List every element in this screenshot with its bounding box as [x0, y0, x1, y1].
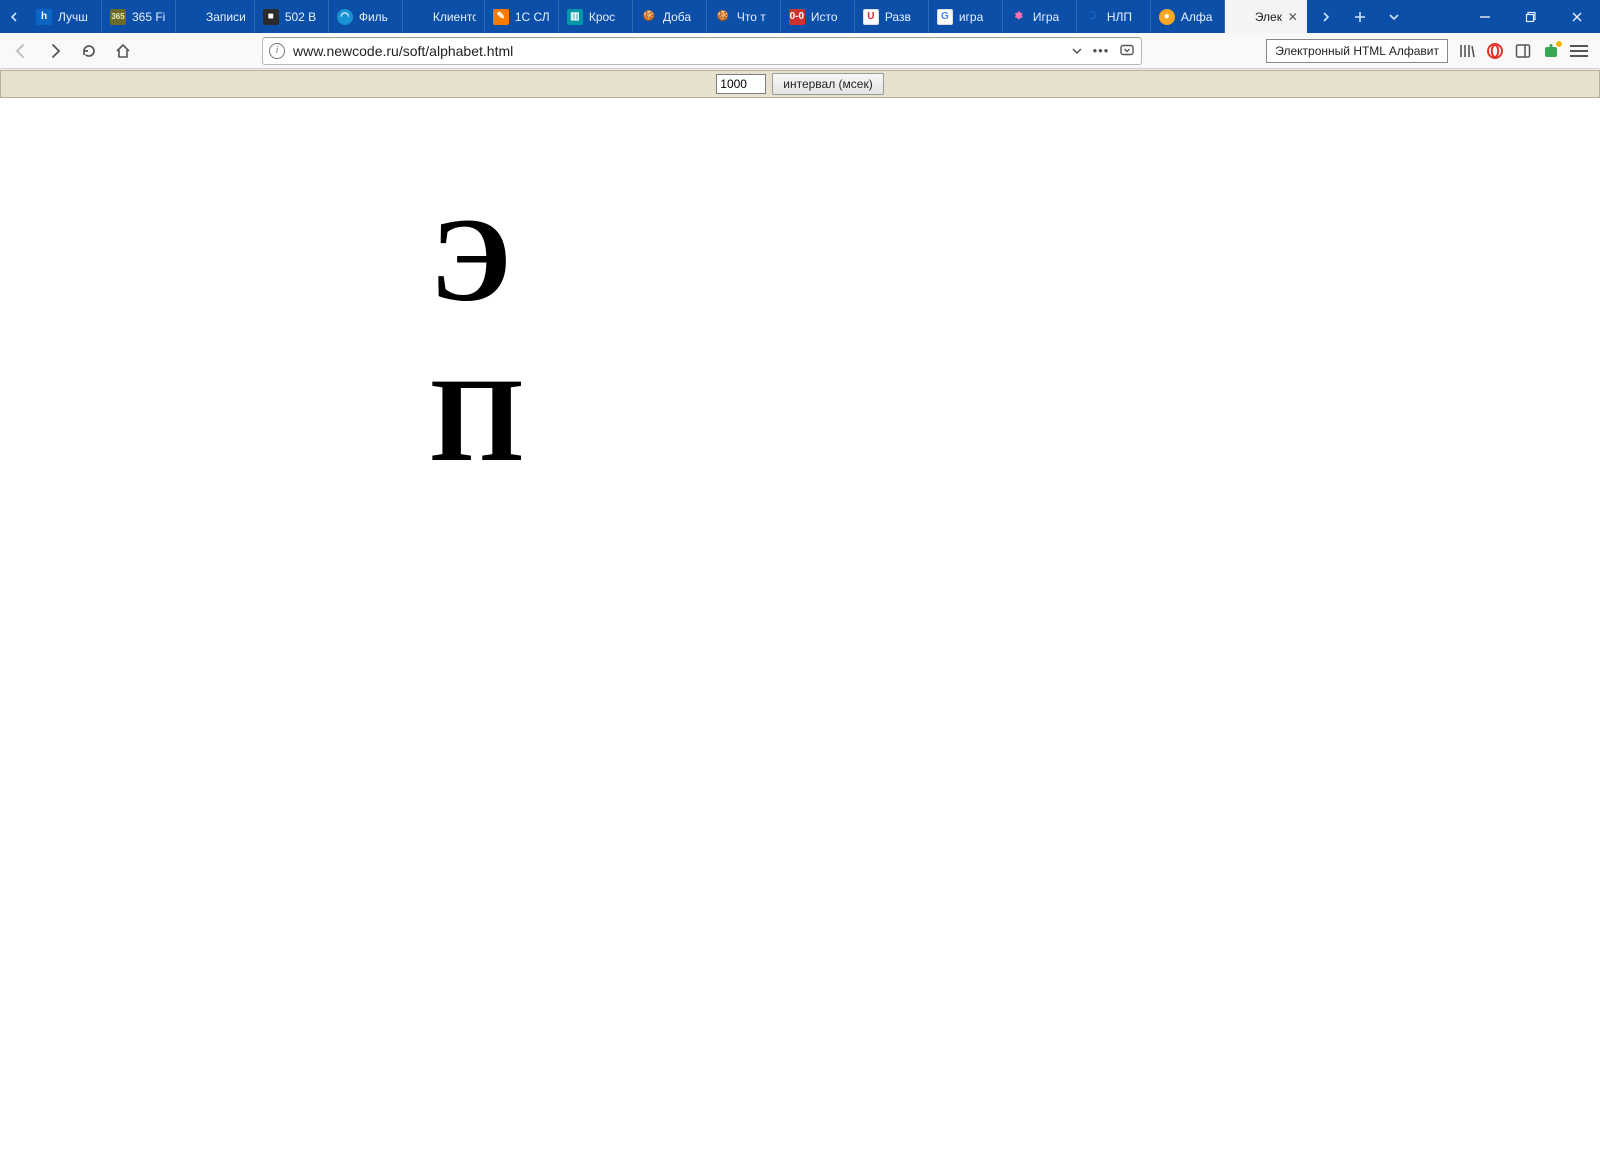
url-bar-container: i www.newcode.ru/soft/alphabet.html •••	[262, 37, 1142, 65]
browser-titlebar: h Лучш 365 365 Fi Записи ■ 502 B ◠ Филь …	[0, 0, 1600, 33]
close-tab-icon[interactable]: ✕	[1288, 10, 1298, 24]
browser-toolbar: i www.newcode.ru/soft/alphabet.html ••• …	[0, 33, 1600, 69]
tab-favicon: ꓛ	[1085, 9, 1101, 25]
tab-0[interactable]: h Лучш	[28, 0, 102, 33]
cookie-icon: 🍪	[715, 9, 731, 25]
site-info-icon[interactable]: i	[269, 43, 285, 59]
tab-favicon: ■	[263, 9, 279, 25]
tab-10[interactable]: 0-0 Исто	[781, 0, 855, 33]
letter-line-2: П	[430, 360, 523, 480]
tab-label: 1С СЛ	[515, 10, 550, 24]
urlbar-right-icons: •••	[1071, 43, 1136, 59]
tab-label: НЛП	[1107, 10, 1142, 24]
tab-label: Электр	[1255, 10, 1282, 24]
tab-5[interactable]: Клиентск	[403, 0, 485, 33]
tab-label: Доба	[663, 10, 698, 24]
tab-8[interactable]: 🍪 Доба	[633, 0, 707, 33]
tab-label: 502 B	[285, 10, 320, 24]
nav-forward-button[interactable]	[40, 36, 70, 66]
tab-label: Крос	[589, 10, 624, 24]
cookie-icon: 🍪	[641, 9, 657, 25]
library-icon[interactable]	[1458, 42, 1476, 60]
window-controls	[1462, 0, 1600, 33]
tab-favicon: ▥	[567, 9, 583, 25]
tab-strip: h Лучш 365 365 Fi Записи ■ 502 B ◠ Филь …	[0, 0, 1307, 33]
tab-favicon: ●	[1159, 9, 1175, 25]
nav-home-button[interactable]	[108, 36, 138, 66]
nav-reload-button[interactable]	[74, 36, 104, 66]
tab-favicon: 0-0	[789, 9, 805, 25]
tab-label: игра	[959, 10, 994, 24]
toolbar-right-icons	[1452, 42, 1594, 60]
tab-label: Записи	[206, 10, 246, 24]
tab-scroll-left[interactable]	[0, 0, 28, 33]
page-content: интервал (мсек) Э П	[0, 70, 1600, 1160]
tab-4[interactable]: ◠ Филь	[329, 0, 403, 33]
tab-scroll-right[interactable]	[1311, 0, 1341, 33]
nav-back-button[interactable]	[6, 36, 36, 66]
page-actions-icon[interactable]: •••	[1093, 43, 1110, 58]
pocket-icon[interactable]	[1119, 43, 1135, 59]
headphones-icon: ◠	[337, 9, 353, 25]
control-panel: интервал (мсек)	[0, 70, 1600, 98]
tab-favicon: 365	[110, 9, 126, 25]
letter-line-1: Э	[430, 200, 523, 320]
window-restore-button[interactable]	[1508, 0, 1554, 33]
tab-7[interactable]: ▥ Крос	[559, 0, 633, 33]
interval-input[interactable]	[716, 74, 766, 94]
tab-label: Филь	[359, 10, 394, 24]
tab-3[interactable]: ■ 502 B	[255, 0, 329, 33]
hamburger-icon	[1570, 45, 1588, 57]
tab-favicon: ✎	[493, 9, 509, 25]
sidebar-icon[interactable]	[1514, 42, 1532, 60]
tab-label: Исто	[811, 10, 846, 24]
window-close-button[interactable]	[1554, 0, 1600, 33]
extension-icon[interactable]	[1542, 42, 1560, 60]
interval-button[interactable]: интервал (мсек)	[772, 73, 883, 95]
tab-2[interactable]: Записи	[176, 0, 255, 33]
tab-12[interactable]: G игра	[929, 0, 1003, 33]
tab-favicon: h	[36, 9, 52, 25]
tab-favicon	[184, 9, 200, 25]
new-tab-button[interactable]	[1345, 0, 1375, 33]
tab-11[interactable]: U Разв	[855, 0, 929, 33]
app-menu-button[interactable]	[1570, 42, 1588, 60]
tab-14[interactable]: ꓛ НЛП	[1077, 0, 1151, 33]
tab-1[interactable]: 365 365 Fi	[102, 0, 176, 33]
tab-6[interactable]: ✎ 1С СЛ	[485, 0, 559, 33]
url-bar[interactable]: i www.newcode.ru/soft/alphabet.html •••	[262, 37, 1142, 65]
tab-strip-controls	[1307, 0, 1413, 33]
tab-favicon	[1233, 9, 1249, 25]
opera-icon[interactable]	[1486, 42, 1504, 60]
page-title-box: Электронный HTML Алфавит	[1266, 39, 1448, 63]
chevron-down-icon[interactable]	[1071, 45, 1083, 57]
tab-active[interactable]: Электр ✕	[1225, 0, 1307, 33]
tab-label: Алфа	[1181, 10, 1216, 24]
tab-label: Лучш	[58, 10, 93, 24]
tab-favicon: U	[863, 9, 879, 25]
flower-icon: ✽	[1011, 9, 1027, 25]
google-icon: G	[937, 9, 953, 25]
window-minimize-button[interactable]	[1462, 0, 1508, 33]
tab-9[interactable]: 🍪 Что т	[707, 0, 781, 33]
list-all-tabs-button[interactable]	[1379, 0, 1409, 33]
tab-label: Разв	[885, 10, 920, 24]
tab-label: Клиентск	[433, 10, 476, 24]
tab-label: Что т	[737, 10, 772, 24]
alphabet-display: Э П	[430, 200, 523, 480]
tab-15[interactable]: ● Алфа	[1151, 0, 1225, 33]
tab-label: 365 Fi	[132, 10, 167, 24]
tab-favicon	[411, 9, 427, 25]
tab-label: Игра	[1033, 10, 1068, 24]
tab-13[interactable]: ✽ Игра	[1003, 0, 1077, 33]
url-text[interactable]: www.newcode.ru/soft/alphabet.html	[293, 43, 1063, 59]
